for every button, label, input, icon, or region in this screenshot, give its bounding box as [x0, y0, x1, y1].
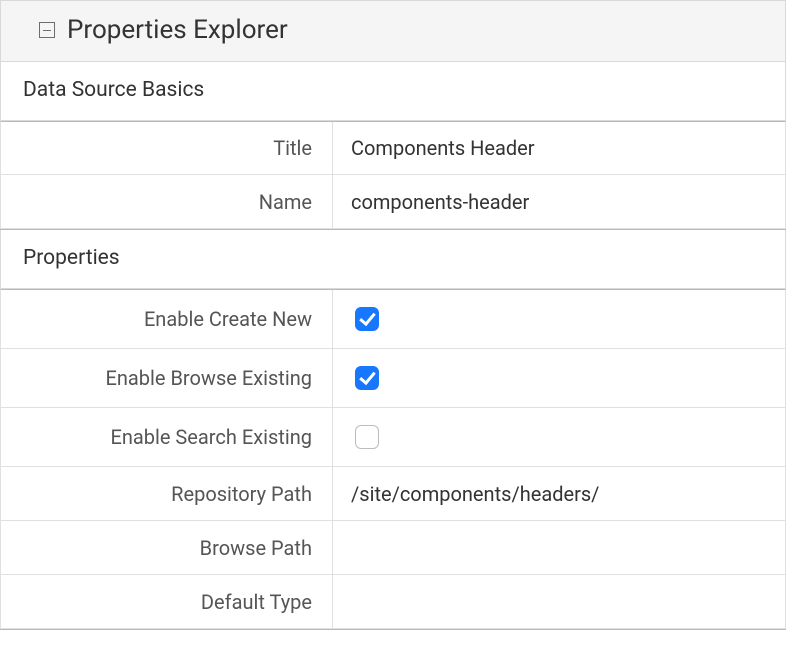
row-title: Title Components Header	[0, 121, 786, 175]
label-name: Name	[1, 175, 333, 228]
checkbox-enable-browse-existing[interactable]	[355, 366, 379, 390]
checkbox-enable-create-new[interactable]	[355, 307, 379, 331]
minus-icon	[43, 30, 51, 31]
section-heading-basics: Data Source Basics	[0, 62, 786, 121]
label-title: Title	[1, 122, 333, 174]
label-enable-search-existing: Enable Search Existing	[1, 408, 333, 466]
label-repository-path: Repository Path	[1, 467, 333, 520]
value-repository-path[interactable]: /site/components/headers/	[333, 467, 785, 520]
value-browse-path[interactable]	[333, 521, 785, 574]
basics-group: Title Components Header Name components-…	[0, 121, 786, 230]
row-browse-path: Browse Path	[0, 521, 786, 575]
row-enable-search-existing: Enable Search Existing	[0, 408, 786, 467]
label-default-type: Default Type	[1, 575, 333, 628]
value-default-type[interactable]	[333, 575, 785, 628]
value-enable-search-existing	[333, 408, 785, 466]
row-enable-browse-existing: Enable Browse Existing	[0, 349, 786, 408]
value-enable-create-new	[333, 290, 785, 348]
properties-explorer-panel: Properties Explorer Data Source Basics T…	[0, 0, 786, 630]
checkbox-enable-search-existing[interactable]	[355, 425, 379, 449]
value-name[interactable]: components-header	[333, 175, 785, 228]
label-enable-create-new: Enable Create New	[1, 290, 333, 348]
panel-header: Properties Explorer	[0, 0, 786, 62]
value-title[interactable]: Components Header	[333, 122, 785, 174]
row-repository-path: Repository Path /site/components/headers…	[0, 467, 786, 521]
properties-group: Enable Create New Enable Browse Existing…	[0, 289, 786, 630]
value-enable-browse-existing	[333, 349, 785, 407]
row-enable-create-new: Enable Create New	[0, 289, 786, 349]
row-name: Name components-header	[0, 175, 786, 229]
label-browse-path: Browse Path	[1, 521, 333, 574]
section-heading-properties: Properties	[0, 230, 786, 289]
panel-title: Properties Explorer	[67, 15, 288, 45]
row-default-type: Default Type	[0, 575, 786, 629]
label-enable-browse-existing: Enable Browse Existing	[1, 349, 333, 407]
collapse-icon[interactable]	[39, 22, 55, 38]
